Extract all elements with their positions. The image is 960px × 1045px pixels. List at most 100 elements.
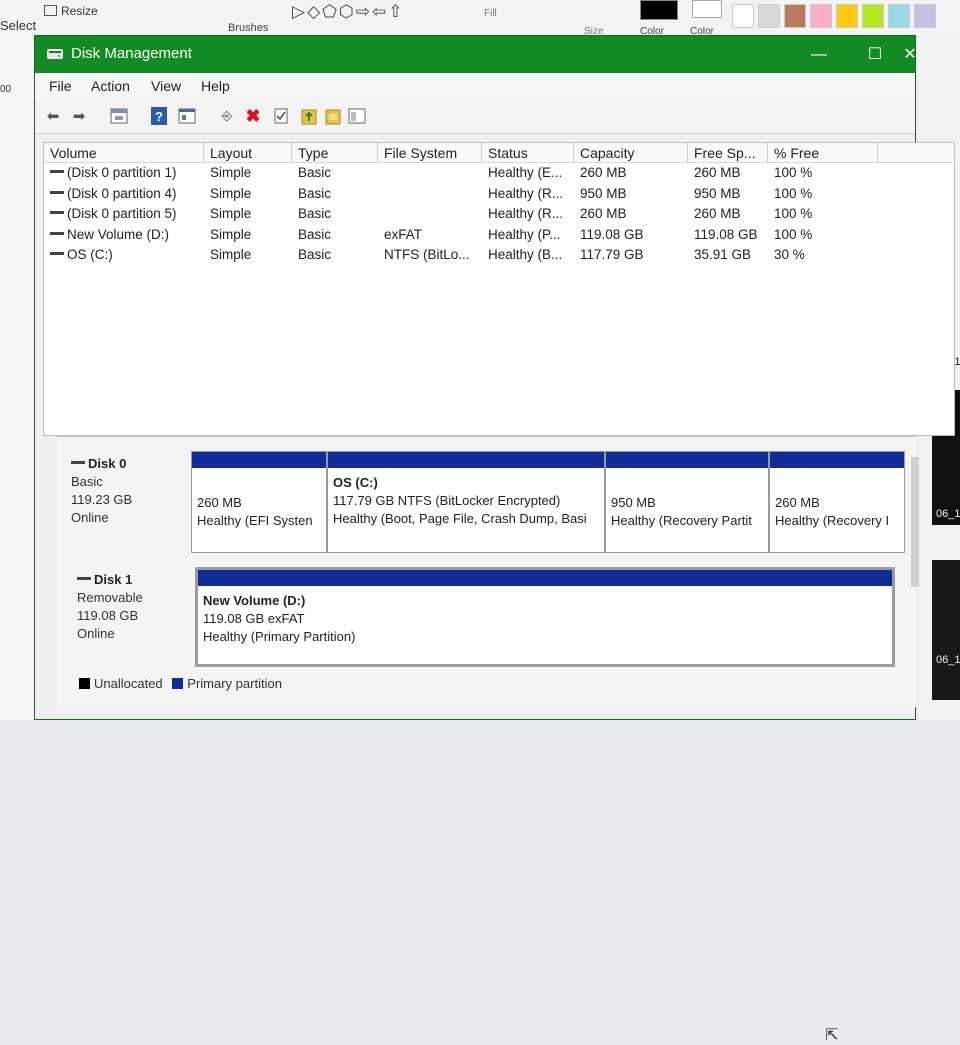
cell-capacity: 260 MB (580, 206, 690, 221)
disk0-partition-recovery1[interactable]: 950 MB Healthy (Recovery Partit (605, 451, 769, 553)
cell-layout: Simple (210, 247, 294, 262)
disk-icon (77, 577, 91, 580)
background-thumbnail (932, 560, 960, 700)
disk0-partition-os[interactable]: OS (C:) 117.79 GB NTFS (BitLocker Encryp… (327, 451, 605, 553)
delete-icon[interactable]: ✖ (243, 106, 263, 126)
cell-type: Basic (298, 186, 380, 201)
properties-icon[interactable] (177, 106, 197, 126)
svg-text:?: ? (155, 109, 163, 124)
partition-size: 119.08 GB exFAT (203, 611, 305, 626)
partition-text: 260 MB Healthy (Recovery I (775, 494, 902, 530)
cell-layout: Simple (210, 206, 294, 221)
cell-type-text: Basic (298, 206, 332, 221)
palette-swatch (862, 4, 884, 28)
disk1-info[interactable]: Disk 1 Removable 119.08 GB Online (77, 571, 207, 643)
cell-free-space-text: 119.08 GB (694, 226, 758, 242)
table-row[interactable]: (Disk 0 partition 4) Simple Basic Healthy (… (44, 186, 954, 206)
table-row[interactable]: (Disk 0 partition 1) Simple Basic Healthy (… (44, 165, 954, 185)
menu-file[interactable]: File (49, 78, 72, 94)
column-volume[interactable]: Volume (44, 143, 204, 163)
column-capacity[interactable]: Capacity (574, 143, 688, 163)
title-bar[interactable]: Disk Management — ☐ ✕ (35, 36, 917, 73)
menu-view[interactable]: View (151, 78, 181, 94)
disk-size: 119.08 GB (77, 608, 139, 623)
disk0-partition-recovery2[interactable]: 260 MB Healthy (Recovery I (769, 451, 905, 553)
table-row[interactable]: New Volume (D:) Simple Basic exFAT Healthy (… (44, 227, 954, 247)
cell-type-text: Basic (298, 185, 332, 201)
cell-free-space: 260 MB (694, 165, 770, 180)
cell-capacity-text: 117.79 GB (580, 247, 644, 262)
back-icon[interactable]: ⬅ (43, 106, 63, 126)
cell-status: Healthy (B... (488, 247, 576, 262)
minimize-button[interactable]: — (791, 36, 847, 73)
cell-volume-text: (Disk 0 partition 5) (67, 206, 177, 221)
partition-size: 950 MB (611, 495, 656, 510)
cell-volume-text: (Disk 0 partition 4) (67, 185, 177, 201)
partition-bar (192, 452, 326, 468)
background-shapes-icon: ▷◇⬠⬡⇨⇦⇧ (292, 2, 405, 21)
background-color1-swatch (640, 0, 678, 20)
column-type[interactable]: Type (292, 143, 378, 163)
column-status[interactable]: Status (482, 143, 574, 163)
cell-free-space-text: 950 MB (694, 185, 741, 201)
check-icon[interactable] (271, 106, 291, 126)
view-icon[interactable] (347, 106, 367, 126)
disk-management-window: Disk Management — ☐ ✕ File Action View H… (34, 35, 955, 1044)
partition-text: 950 MB Healthy (Recovery Partit (611, 494, 766, 530)
cell-status: Healthy (E... (488, 165, 576, 180)
vertical-scrollbar[interactable] (911, 457, 919, 587)
cell-status: Healthy (R... (488, 186, 576, 201)
palette-swatch (810, 4, 832, 28)
column-layout[interactable]: Layout (204, 143, 292, 163)
cell-layout: Simple (210, 186, 294, 201)
cell-percent-free: 100 % (774, 186, 874, 201)
cell-percent-free: 100 % (774, 206, 874, 221)
menu-help[interactable]: Help (201, 78, 230, 94)
volume-icon (50, 231, 64, 235)
help-icon[interactable]: ? (149, 106, 169, 126)
column-free-space[interactable]: Free Sp... (688, 143, 768, 163)
cell-type: Basic (298, 247, 380, 262)
volume-icon (50, 211, 64, 214)
cell-layout-text: Simple (210, 226, 252, 242)
cell-status-text: Healthy (E... (488, 165, 563, 180)
table-row[interactable]: (Disk 0 partition 5) Simple Basic Healthy (… (44, 206, 954, 226)
cell-percent-free-text: 30 % (774, 247, 805, 262)
disk0-partition-efi[interactable]: 260 MB Healthy (EFI Systen (191, 451, 327, 553)
disk-list-icon[interactable] (109, 106, 129, 126)
background-resize-label: Resize (44, 4, 98, 18)
folder-icon[interactable] (323, 106, 343, 126)
cell-capacity: 117.79 GB (580, 247, 690, 262)
cell-layout-text: Simple (210, 165, 252, 180)
cell-file-system: NTFS (BitLo... (384, 247, 484, 262)
menu-action[interactable]: Action (91, 78, 130, 94)
cell-free-space: 950 MB (694, 186, 770, 201)
cell-type: Basic (298, 206, 380, 221)
background-file-label: 06_1 (936, 654, 960, 666)
cell-free-space: 260 MB (694, 206, 770, 221)
column-file-system[interactable]: File System (378, 143, 482, 163)
forward-icon[interactable]: ➡ (69, 106, 89, 126)
legend-primary-label: Primary partition (187, 676, 282, 691)
close-button[interactable]: ✕ (903, 36, 917, 73)
partition-size: 260 MB (775, 495, 820, 510)
cell-free-space: 119.08 GB (694, 227, 770, 242)
cell-type-text: Basic (298, 226, 332, 242)
column-percent-free[interactable]: % Free (768, 143, 878, 163)
cell-type: Basic (298, 165, 380, 180)
maximize-button[interactable]: ☐ (847, 36, 903, 73)
cell-volume: (Disk 0 partition 5) (50, 206, 202, 221)
connect-icon[interactable]: ⎆ (217, 106, 237, 126)
cell-free-space-text: 35.91 GB (694, 247, 752, 262)
disk0-info[interactable]: Disk 0 Basic 119.23 GB Online (71, 455, 201, 527)
cell-free-space: 35.91 GB (694, 247, 770, 262)
palette-swatch (836, 4, 858, 28)
table-row[interactable]: OS (C:) Simple Basic NTFS (BitLo... Healthy … (44, 247, 954, 267)
folder-up-icon[interactable] (299, 106, 319, 126)
cell-percent-free-text: 100 % (774, 185, 813, 201)
cell-capacity-text: 119.08 GB (580, 226, 644, 242)
disk1-partition-new-volume[interactable]: New Volume (D:) 119.08 GB exFAT Healthy … (195, 567, 895, 667)
partition-size: 117.79 GB NTFS (BitLocker Encrypted) (333, 493, 561, 508)
partition-text: 260 MB Healthy (EFI Systen (197, 494, 324, 530)
cell-status-text: Healthy (R... (488, 185, 564, 201)
